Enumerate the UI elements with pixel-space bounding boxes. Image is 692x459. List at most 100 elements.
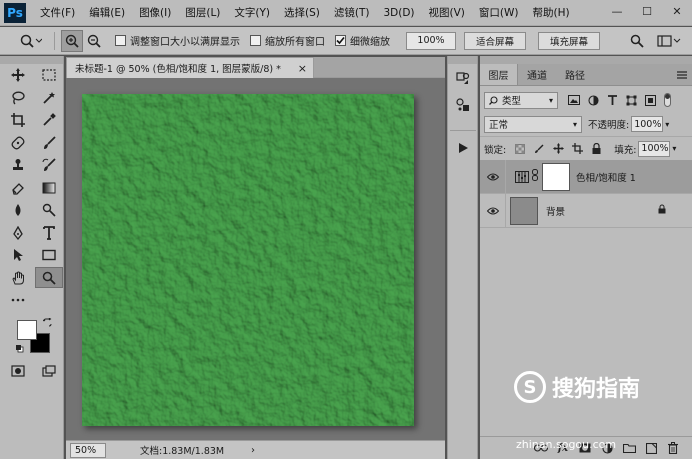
document-canvas[interactable]: [82, 94, 414, 426]
close-document-icon[interactable]: ×: [298, 62, 307, 75]
filter-pixel-icon[interactable]: [566, 92, 582, 108]
properties-panel-icon[interactable]: [450, 94, 476, 116]
canvas-area[interactable]: [66, 78, 445, 440]
menu-window[interactable]: 窗口(W): [479, 5, 519, 20]
lock-transparent-icon[interactable]: [512, 141, 528, 157]
tab-layers[interactable]: 图层: [480, 64, 518, 85]
tab-paths[interactable]: 路径: [556, 64, 594, 85]
menu-view[interactable]: 视图(V): [429, 5, 465, 20]
swap-colors-icon[interactable]: [42, 317, 52, 330]
filter-smart-object-icon[interactable]: [642, 92, 658, 108]
move-tool-icon[interactable]: [4, 65, 32, 86]
menu-layer[interactable]: 图层(L): [185, 5, 220, 20]
hand-tool-icon[interactable]: [4, 267, 31, 288]
crop-tool-icon[interactable]: [4, 110, 32, 131]
zoom-level-field[interactable]: 50%: [70, 442, 106, 458]
delete-layer-icon[interactable]: [662, 439, 684, 457]
new-group-icon[interactable]: [618, 439, 640, 457]
menu-image[interactable]: 图像(I): [139, 5, 171, 20]
layer-visibility-toggle[interactable]: [480, 193, 506, 228]
zoom-in-icon[interactable]: [61, 29, 83, 52]
blur-tool-icon[interactable]: [4, 200, 32, 221]
fill-field[interactable]: 100%: [638, 140, 671, 157]
mask-link-icon[interactable]: [532, 169, 540, 184]
edit-toolbar-icon[interactable]: [4, 290, 32, 311]
zoom-percent-field[interactable]: 100%: [406, 31, 456, 50]
dodge-tool-icon[interactable]: [36, 200, 64, 221]
filter-adjustment-icon[interactable]: [585, 92, 601, 108]
fill-slider-arrow[interactable]: ▾: [672, 144, 676, 153]
brush-tool-icon[interactable]: [36, 132, 64, 153]
zoom-tool-preset-icon[interactable]: [14, 30, 48, 52]
menu-3d[interactable]: 3D(D): [383, 7, 414, 19]
layer-visibility-toggle[interactable]: [480, 159, 506, 194]
layer-name[interactable]: 背景: [546, 204, 565, 218]
menu-filter[interactable]: 滤镜(T): [334, 5, 370, 20]
quick-selection-tool-icon[interactable]: [36, 87, 64, 108]
minimize-button[interactable]: —: [602, 0, 632, 22]
opacity-slider-arrow[interactable]: ▾: [665, 120, 669, 129]
menu-edit[interactable]: 编辑(E): [89, 5, 125, 20]
screen-mode-icon[interactable]: [36, 360, 64, 381]
type-tool-icon[interactable]: [36, 222, 64, 243]
quick-mask-icon[interactable]: [4, 360, 32, 381]
search-icon[interactable]: [626, 30, 648, 52]
gradient-tool-icon[interactable]: [36, 177, 64, 198]
menu-type[interactable]: 文字(Y): [234, 5, 270, 20]
lock-all-icon[interactable]: [588, 141, 604, 157]
scrubby-zoom-checkbox[interactable]: [335, 35, 346, 46]
layer-thumbnail[interactable]: [510, 196, 538, 225]
lasso-tool-icon[interactable]: [4, 87, 32, 108]
close-button[interactable]: ✕: [662, 0, 692, 22]
collapsed-panels-header[interactable]: [448, 56, 477, 64]
zoom-all-checkbox[interactable]: [250, 35, 261, 46]
menu-help[interactable]: 帮助(H): [533, 5, 570, 20]
filter-toggle[interactable]: [664, 93, 671, 107]
layer-row[interactable]: 背景: [480, 193, 692, 228]
marquee-tool-icon[interactable]: [36, 65, 64, 86]
layer-row[interactable]: 色相/饱和度 1: [480, 159, 692, 194]
lock-position-icon[interactable]: [550, 141, 566, 157]
status-menu-arrow[interactable]: ›: [251, 445, 255, 456]
lock-pixels-icon[interactable]: [531, 141, 547, 157]
layers-panel-header[interactable]: [480, 56, 692, 64]
rectangle-tool-icon[interactable]: [36, 245, 64, 266]
healing-brush-tool-icon[interactable]: [4, 132, 32, 153]
layer-filter-select[interactable]: 类型 ▾: [484, 91, 558, 109]
resize-windows-label: 调整窗口大小以满屏显示: [130, 37, 240, 48]
path-selection-tool-icon[interactable]: [4, 245, 32, 266]
zoom-tool-icon[interactable]: [35, 267, 63, 289]
default-colors-icon[interactable]: [15, 344, 24, 356]
filter-type-icon[interactable]: [604, 92, 620, 108]
pen-tool-icon[interactable]: [4, 222, 32, 243]
document-tab[interactable]: 未标题-1 @ 50% (色相/饱和度 1, 图层蒙版/8) * ×: [66, 57, 314, 78]
layer-name[interactable]: 色相/饱和度 1: [576, 170, 636, 184]
panel-menu-icon[interactable]: [672, 64, 692, 85]
actions-panel-icon[interactable]: [450, 130, 476, 158]
clone-stamp-tool-icon[interactable]: [4, 155, 32, 176]
menu-file[interactable]: 文件(F): [40, 5, 75, 20]
filter-shape-icon[interactable]: [623, 92, 639, 108]
tools-panel-header[interactable]: [0, 56, 63, 64]
new-layer-icon[interactable]: [640, 439, 662, 457]
eyedropper-tool-icon[interactable]: [36, 110, 64, 131]
eraser-tool-icon[interactable]: [4, 177, 32, 198]
fit-screen-button[interactable]: 适合屏幕: [464, 31, 526, 50]
layer-mask-thumbnail[interactable]: [542, 162, 570, 191]
workspace-switcher-icon[interactable]: [654, 30, 684, 52]
lock-artboard-icon[interactable]: [569, 141, 585, 157]
fill-screen-button[interactable]: 填充屏幕: [538, 31, 600, 50]
history-panel-icon[interactable]: [450, 68, 476, 90]
tab-channels[interactable]: 通道: [518, 64, 556, 85]
history-brush-tool-icon[interactable]: [36, 155, 64, 176]
menu-select[interactable]: 选择(S): [284, 5, 320, 20]
zoom-all-option[interactable]: 缩放所有窗口: [250, 33, 325, 48]
blend-mode-select[interactable]: 正常 ▾: [484, 115, 582, 133]
zoom-out-icon[interactable]: [83, 30, 105, 52]
opacity-field[interactable]: 100%: [631, 116, 664, 132]
resize-windows-option[interactable]: 调整窗口大小以满屏显示: [115, 33, 240, 48]
scrubby-zoom-option[interactable]: 细微缩放: [335, 33, 390, 48]
resize-windows-checkbox[interactable]: [115, 35, 126, 46]
foreground-color-swatch[interactable]: [17, 319, 37, 340]
maximize-button[interactable]: ☐: [632, 0, 662, 22]
